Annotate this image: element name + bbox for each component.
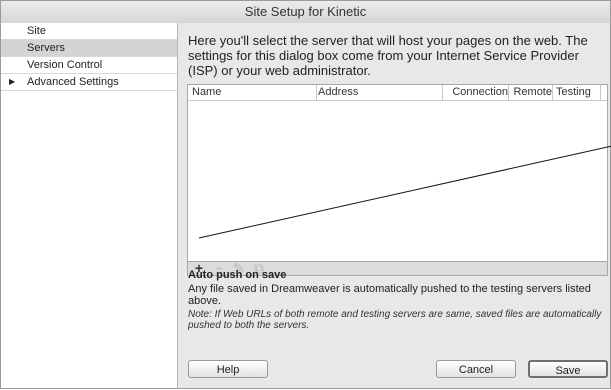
category-sidebar: Site Servers Version Control ▶ Advanced … — [1, 23, 178, 388]
sidebar-item-advanced-settings[interactable]: ▶ Advanced Settings — [1, 74, 177, 91]
table-header: Name Address Connection Remote Testing — [188, 85, 607, 101]
site-setup-dialog: Site Setup for Kinetic Site Servers Vers… — [0, 0, 611, 389]
sidebar-item-label: Advanced Settings — [27, 76, 119, 88]
sidebar-item-servers[interactable]: Servers — [1, 40, 177, 57]
auto-push-note: Note: If Web URLs of both remote and tes… — [188, 309, 602, 331]
help-button[interactable]: Help — [188, 360, 268, 378]
column-header-connection[interactable]: Connection — [446, 85, 509, 100]
auto-push-description: Any file saved in Dreamweaver is automat… — [188, 283, 591, 307]
sidebar-item-label: Version Control — [27, 59, 103, 71]
server-list-table[interactable]: Name Address Connection Remote Testing — [187, 84, 608, 262]
servers-description: Here you'll select the server that will … — [188, 33, 588, 78]
sidebar-item-label: Site — [27, 25, 46, 37]
window-title: Site Setup for Kinetic — [1, 1, 610, 24]
disclosure-triangle-icon[interactable]: ▶ — [9, 74, 15, 90]
auto-push-heading: Auto push on save — [188, 269, 287, 281]
cancel-button[interactable]: Cancel — [436, 360, 516, 378]
column-header-remote[interactable]: Remote — [510, 85, 553, 100]
sidebar-item-site[interactable]: Site — [1, 23, 177, 40]
sidebar-item-label: Servers — [27, 42, 65, 54]
sidebar-item-version-control[interactable]: Version Control — [1, 57, 177, 74]
column-header-address[interactable]: Address — [318, 85, 443, 100]
column-header-name[interactable]: Name — [192, 85, 317, 100]
servers-panel: Here you'll select the server that will … — [178, 23, 610, 388]
column-header-testing[interactable]: Testing — [556, 85, 601, 100]
save-button[interactable]: Save — [528, 360, 608, 378]
